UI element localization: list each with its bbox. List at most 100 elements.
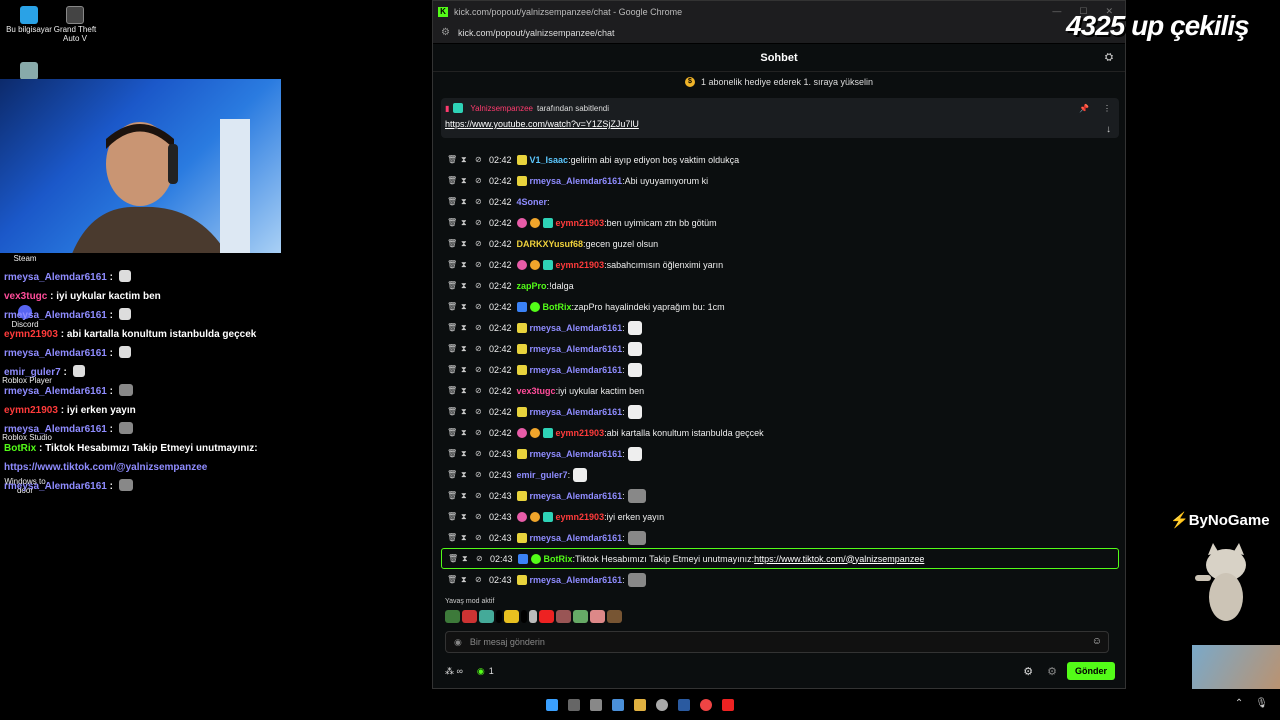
ban-icon[interactable]: ⊘: [475, 197, 489, 206]
timeout-icon[interactable]: ⧗: [461, 449, 475, 459]
message-username[interactable]: vex3tugc: [517, 386, 556, 396]
delete-icon[interactable]: 🗑: [447, 323, 461, 332]
search-icon[interactable]: [568, 698, 580, 711]
ban-icon[interactable]: ⊘: [475, 176, 489, 185]
message-username[interactable]: rmeysa_Alemdar6161: [530, 344, 623, 354]
file-explorer-icon[interactable]: [634, 698, 646, 711]
timeout-icon[interactable]: ⧗: [461, 407, 475, 417]
chat-message[interactable]: 🗑 ⧗ ⊘ 02:43 BotRix: Tiktok Hesabımızı Takip …: [441, 548, 1119, 569]
chat-message[interactable]: 🗑 ⧗ ⊘ 02:42 4Soner:: [441, 191, 1119, 212]
ban-icon[interactable]: ⊘: [475, 218, 489, 227]
ban-icon[interactable]: ⊘: [475, 449, 489, 458]
message-link[interactable]: https://www.tiktok.com/@yalnizsempanzee: [754, 554, 924, 564]
desktop-icon-steam[interactable]: Steam: [0, 254, 54, 264]
steam-icon[interactable]: [678, 698, 690, 711]
delete-icon[interactable]: 🗑: [447, 407, 461, 416]
users-icon[interactable]: ⛭: [1105, 52, 1113, 63]
task-view-icon[interactable]: [590, 698, 602, 711]
message-username[interactable]: emir_guler7: [517, 470, 568, 480]
ban-icon[interactable]: ⊘: [475, 533, 489, 542]
gift-sub-promo[interactable]: $ 1 abonelik hediye ederek 1. sıraya yük…: [433, 72, 1125, 92]
chat-message[interactable]: 🗑 ⧗ ⊘ 02:43 rmeysa_Alemdar6161:: [441, 443, 1119, 464]
emote-icon[interactable]: [539, 610, 554, 623]
more-options-icon[interactable]: ⋮: [1103, 104, 1111, 113]
ban-icon[interactable]: ⊘: [475, 428, 489, 437]
chat-message[interactable]: 🗑 ⧗ ⊘ 02:42 BotRix: zapPro hayalindeki yapra…: [441, 296, 1119, 317]
delete-icon[interactable]: 🗑: [447, 302, 461, 311]
emote-icon[interactable]: [590, 610, 605, 623]
send-button[interactable]: Gönder: [1066, 662, 1115, 680]
ban-icon[interactable]: ⊘: [475, 407, 489, 416]
chat-mode-icon[interactable]: ⁂ ∞: [445, 666, 463, 677]
delete-icon[interactable]: 🗑: [447, 533, 461, 542]
minimize-icon[interactable]: —: [1052, 6, 1061, 17]
windows-start-icon[interactable]: [546, 698, 558, 711]
site-settings-icon[interactable]: ⚙: [441, 27, 450, 38]
chat-message[interactable]: 🗑 ⧗ ⊘ 02:42 rmeysa_Alemdar6161:: [441, 359, 1119, 380]
app-icon[interactable]: [656, 698, 668, 711]
delete-icon[interactable]: 🗑: [447, 155, 461, 164]
chat-message[interactable]: 🗑 ⧗ ⊘ 02:43 rmeysa_Alemdar6161:: [441, 569, 1119, 590]
desktop-icon-gta[interactable]: Grand Theft Auto V: [46, 6, 104, 44]
message-username[interactable]: rmeysa_Alemdar6161: [530, 449, 623, 459]
pinned-link[interactable]: https://www.youtube.com/watch?v=Y1ZSjZJu…: [445, 119, 1115, 129]
ban-icon[interactable]: ⊘: [475, 491, 489, 500]
ban-icon[interactable]: ⊘: [475, 386, 489, 395]
emoji-icon[interactable]: ☺: [1092, 636, 1102, 647]
delete-icon[interactable]: 🗑: [447, 512, 461, 521]
emote-icon[interactable]: [607, 610, 622, 623]
timeout-icon[interactable]: ⧗: [461, 533, 475, 543]
message-username[interactable]: eymn21903: [556, 218, 605, 228]
chat-message[interactable]: 🗑 ⧗ ⊘ 02:42 rmeysa_Alemdar6161:: [441, 338, 1119, 359]
ban-icon[interactable]: ⊘: [475, 344, 489, 353]
chat-message[interactable]: 🗑 ⧗ ⊘ 02:43 eymn21903: iyi erken yayın: [441, 506, 1119, 527]
delete-icon[interactable]: 🗑: [448, 554, 462, 563]
ban-icon[interactable]: ⊘: [475, 260, 489, 269]
timeout-icon[interactable]: ⧗: [461, 281, 475, 291]
chrome-icon[interactable]: [700, 698, 712, 711]
ban-icon[interactable]: ⊘: [475, 575, 489, 584]
ban-icon[interactable]: ⊘: [475, 365, 489, 374]
timeout-icon[interactable]: ⧗: [462, 554, 476, 564]
chat-message[interactable]: 🗑 ⧗ ⊘ 02:43 emir_guler7:: [441, 464, 1119, 485]
message-username[interactable]: rmeysa_Alemdar6161: [530, 533, 623, 543]
delete-icon[interactable]: 🗑: [447, 491, 461, 500]
delete-icon[interactable]: 🗑: [447, 281, 461, 290]
delete-icon[interactable]: 🗑: [447, 449, 461, 458]
chat-message[interactable]: 🗑 ⧗ ⊘ 02:43 rmeysa_Alemdar6161:: [441, 527, 1119, 548]
message-input[interactable]: ◉ Bir mesaj gönderin ☺: [445, 631, 1109, 653]
ban-icon[interactable]: ⊘: [475, 323, 489, 332]
chat-message[interactable]: 🗑 ⧗ ⊘ 02:42 eymn21903: ben uyimicam ztn bb g…: [441, 212, 1119, 233]
timeout-icon[interactable]: ⧗: [461, 512, 475, 522]
timeout-icon[interactable]: ⧗: [461, 428, 475, 438]
delete-icon[interactable]: 🗑: [447, 239, 461, 248]
emote-icon[interactable]: [445, 610, 460, 623]
chevron-down-icon[interactable]: ↓: [1106, 124, 1111, 135]
message-username[interactable]: BotRix: [543, 302, 572, 312]
emote-icon[interactable]: [504, 610, 519, 623]
delete-icon[interactable]: 🗑: [447, 344, 461, 353]
chat-message[interactable]: 🗑 ⧗ ⊘ 02:42 vex3tugc: iyi uykular kactim ben: [441, 380, 1119, 401]
message-username[interactable]: zapPro: [517, 281, 547, 291]
message-username[interactable]: rmeysa_Alemdar6161: [530, 491, 623, 501]
ban-icon[interactable]: ⊘: [475, 470, 489, 479]
message-username[interactable]: eymn21903: [556, 260, 605, 270]
ban-icon[interactable]: ⊘: [476, 554, 490, 563]
message-username[interactable]: V1_Isaac: [530, 155, 569, 165]
message-username[interactable]: rmeysa_Alemdar6161: [530, 407, 623, 417]
message-username[interactable]: DARKXYusuf68: [517, 239, 584, 249]
chat-message[interactable]: 🗑 ⧗ ⊘ 02:42 eymn21903: sabahcımısın öğlenxim…: [441, 254, 1119, 275]
delete-icon[interactable]: 🗑: [447, 575, 461, 584]
timeout-icon[interactable]: ⧗: [461, 260, 475, 270]
chat-message[interactable]: 🗑 ⧗ ⊘ 02:42 rmeysa_Alemdar6161: Abi uyuyamıy…: [441, 170, 1119, 191]
timeout-icon[interactable]: ⧗: [461, 575, 475, 585]
chat-message[interactable]: 🗑 ⧗ ⊘ 02:42 DARKXYusuf68: gecen guzel olsun: [441, 233, 1119, 254]
message-username[interactable]: rmeysa_Alemdar6161: [530, 365, 623, 375]
delete-icon[interactable]: 🗑: [447, 386, 461, 395]
message-username[interactable]: BotRix: [544, 554, 573, 564]
gear-icon[interactable]: ⚙: [1023, 665, 1033, 678]
pin-icon[interactable]: 📌: [1079, 104, 1089, 113]
delete-icon[interactable]: 🗑: [447, 428, 461, 437]
timeout-icon[interactable]: ⧗: [461, 176, 475, 186]
chat-message[interactable]: 🗑 ⧗ ⊘ 02:42 rmeysa_Alemdar6161:: [441, 401, 1119, 422]
